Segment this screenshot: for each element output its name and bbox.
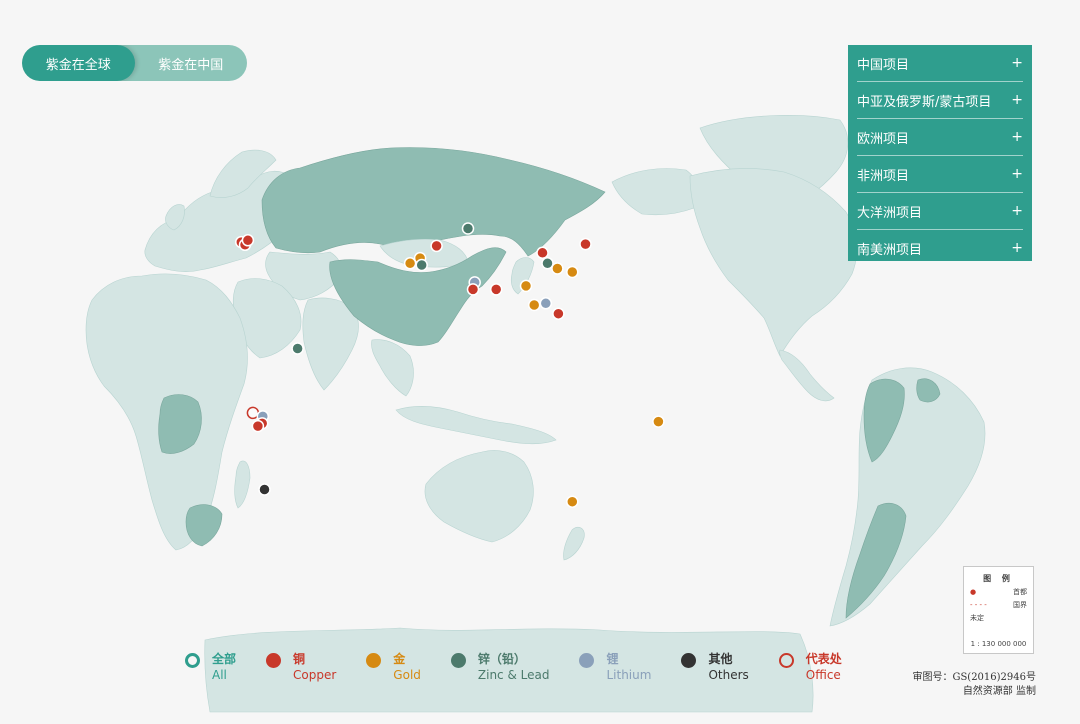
commodity-legend: 全部 All 铜 Copper 金 Gold 锌（铅） Zinc & Lead 锂 Lit… bbox=[185, 651, 872, 683]
copper-project-marker[interactable] bbox=[579, 237, 592, 251]
border-line-icon: - - - - bbox=[970, 601, 987, 609]
region-item-europe[interactable]: 欧洲项目 + bbox=[857, 119, 1023, 156]
plus-icon[interactable]: + bbox=[1011, 240, 1023, 256]
central-america-shape bbox=[779, 349, 835, 402]
copper-project-marker[interactable] bbox=[489, 283, 503, 296]
legend-label-zh: 锂 bbox=[606, 652, 619, 666]
copper-project-marker[interactable] bbox=[241, 234, 255, 247]
ring-icon bbox=[185, 653, 200, 668]
region-item-label: 非洲项目 bbox=[857, 168, 910, 184]
gold-project-marker[interactable] bbox=[652, 415, 665, 428]
plus-icon[interactable]: + bbox=[1011, 92, 1023, 108]
copper-project-marker[interactable] bbox=[251, 419, 265, 433]
madagascar-shape bbox=[234, 460, 251, 509]
australia-shape bbox=[424, 450, 534, 543]
zinc-project-marker[interactable] bbox=[291, 342, 304, 355]
region-item-label: 中国项目 bbox=[857, 57, 910, 73]
lithium-project-marker[interactable] bbox=[539, 297, 553, 310]
legend-label-en: Office bbox=[805, 668, 841, 682]
legend-label-zh: 其他 bbox=[708, 652, 733, 666]
plus-icon[interactable]: + bbox=[1011, 55, 1023, 71]
gold-project-marker[interactable] bbox=[519, 279, 533, 293]
legend-gold[interactable]: 金 Gold bbox=[366, 651, 421, 683]
map-legend-box: 图 例 ● 首都 - - - - 国界 未定 1 : 130 000 000 bbox=[963, 566, 1034, 654]
capital-label: 首都 bbox=[1013, 588, 1027, 596]
plus-icon[interactable]: + bbox=[1011, 166, 1023, 182]
map-scale: 1 : 130 000 000 bbox=[970, 640, 1027, 648]
plus-icon[interactable]: + bbox=[1011, 129, 1023, 145]
copper-dot-icon bbox=[266, 653, 282, 668]
indonesia-shape bbox=[395, 406, 557, 445]
legend-copper[interactable]: 铜 Copper bbox=[266, 651, 336, 683]
approval-note: 审图号：GS(2016)2946号 自然资源部 监制 bbox=[912, 671, 1036, 699]
gold-dot-icon bbox=[366, 653, 382, 668]
copper-project-marker[interactable] bbox=[466, 283, 480, 296]
other-project-marker[interactable] bbox=[258, 483, 271, 496]
legend-label-en: Zinc & Lead bbox=[477, 668, 550, 682]
others-dot-icon bbox=[681, 653, 697, 668]
legend-label-zh: 全部 bbox=[212, 652, 237, 666]
tab-global[interactable]: 紫金在全球 bbox=[22, 45, 135, 81]
legend-row-undetermined: 未定 bbox=[964, 613, 1033, 623]
zinc-project-marker[interactable] bbox=[415, 258, 428, 272]
region-item-label: 欧洲项目 bbox=[857, 131, 910, 147]
scope-toggle[interactable]: 紫金在全球 紫金在中国 bbox=[22, 45, 247, 81]
legend-all[interactable]: 全部 All bbox=[185, 651, 236, 683]
region-item-china[interactable]: 中国项目 + bbox=[857, 45, 1023, 82]
undetermined-label: 未定 bbox=[970, 614, 984, 622]
region-item-label: 中亚及俄罗斯/蒙古项目 bbox=[857, 94, 992, 110]
region-menu: 中国项目 + 中亚及俄罗斯/蒙古项目 + 欧洲项目 + 非洲项目 + 大洋洲项目… bbox=[848, 45, 1032, 261]
zinc-project-marker[interactable] bbox=[461, 222, 475, 235]
gold-project-marker[interactable] bbox=[527, 298, 541, 312]
legend-label-zh: 金 bbox=[393, 652, 406, 666]
national-border-label: 国界 bbox=[1013, 601, 1027, 609]
india-shape bbox=[302, 297, 359, 391]
legend-label-zh: 锌（铅） bbox=[477, 652, 526, 666]
gold-project-marker[interactable] bbox=[566, 495, 579, 508]
plus-icon[interactable]: + bbox=[1011, 203, 1023, 219]
gold-project-marker[interactable] bbox=[566, 265, 579, 279]
legend-office[interactable]: 代表处 Office bbox=[778, 651, 842, 683]
region-item-label: 南美洲项目 bbox=[857, 242, 923, 258]
zinc-dot-icon bbox=[450, 653, 466, 668]
legend-zinc-lead[interactable]: 锌（铅） Zinc & Lead bbox=[450, 651, 550, 683]
tab-china[interactable]: 紫金在中国 bbox=[135, 45, 248, 81]
legend-label-en: Others bbox=[708, 668, 749, 682]
lithium-dot-icon bbox=[579, 653, 595, 668]
legend-label-en: Gold bbox=[393, 668, 421, 682]
approval-number: 审图号：GS(2016)2946号 bbox=[912, 672, 1036, 683]
legend-label-en: Copper bbox=[293, 668, 337, 682]
legend-label-zh: 代表处 bbox=[805, 652, 842, 666]
legend-row-capital: ● 首都 bbox=[964, 587, 1033, 597]
legend-row-national-border: - - - - 国界 bbox=[964, 600, 1033, 610]
legend-label-en: Lithium bbox=[606, 668, 652, 682]
legend-label-zh: 铜 bbox=[293, 652, 306, 666]
region-item-south-america[interactable]: 南美洲项目 + bbox=[857, 230, 1023, 266]
se-asia-shape bbox=[371, 339, 414, 397]
region-item-oceania[interactable]: 大洋洲项目 + bbox=[857, 193, 1023, 230]
south-africa-shape bbox=[185, 504, 223, 547]
capital-star-icon: ● bbox=[970, 588, 977, 596]
copper-project-marker[interactable] bbox=[552, 307, 565, 320]
map-legend-title: 图 例 bbox=[983, 574, 1014, 583]
north-america-shape bbox=[689, 168, 858, 357]
copper-project-marker[interactable] bbox=[430, 239, 443, 253]
legend-label-en: All bbox=[212, 668, 227, 682]
new-zealand-shape bbox=[563, 526, 585, 561]
region-item-central-asia[interactable]: 中亚及俄罗斯/蒙古项目 + bbox=[857, 82, 1023, 119]
region-item-africa[interactable]: 非洲项目 + bbox=[857, 156, 1023, 193]
alaska-shape bbox=[611, 168, 699, 216]
office-ring-icon bbox=[778, 653, 794, 668]
legend-others[interactable]: 其他 Others bbox=[681, 651, 749, 683]
gold-project-marker[interactable] bbox=[403, 257, 417, 270]
region-item-label: 大洋洲项目 bbox=[857, 205, 923, 221]
gold-project-marker[interactable] bbox=[551, 262, 564, 275]
approval-authority: 自然资源部 监制 bbox=[962, 686, 1036, 697]
copper-project-marker[interactable] bbox=[536, 246, 549, 260]
legend-lithium[interactable]: 锂 Lithium bbox=[579, 651, 651, 683]
